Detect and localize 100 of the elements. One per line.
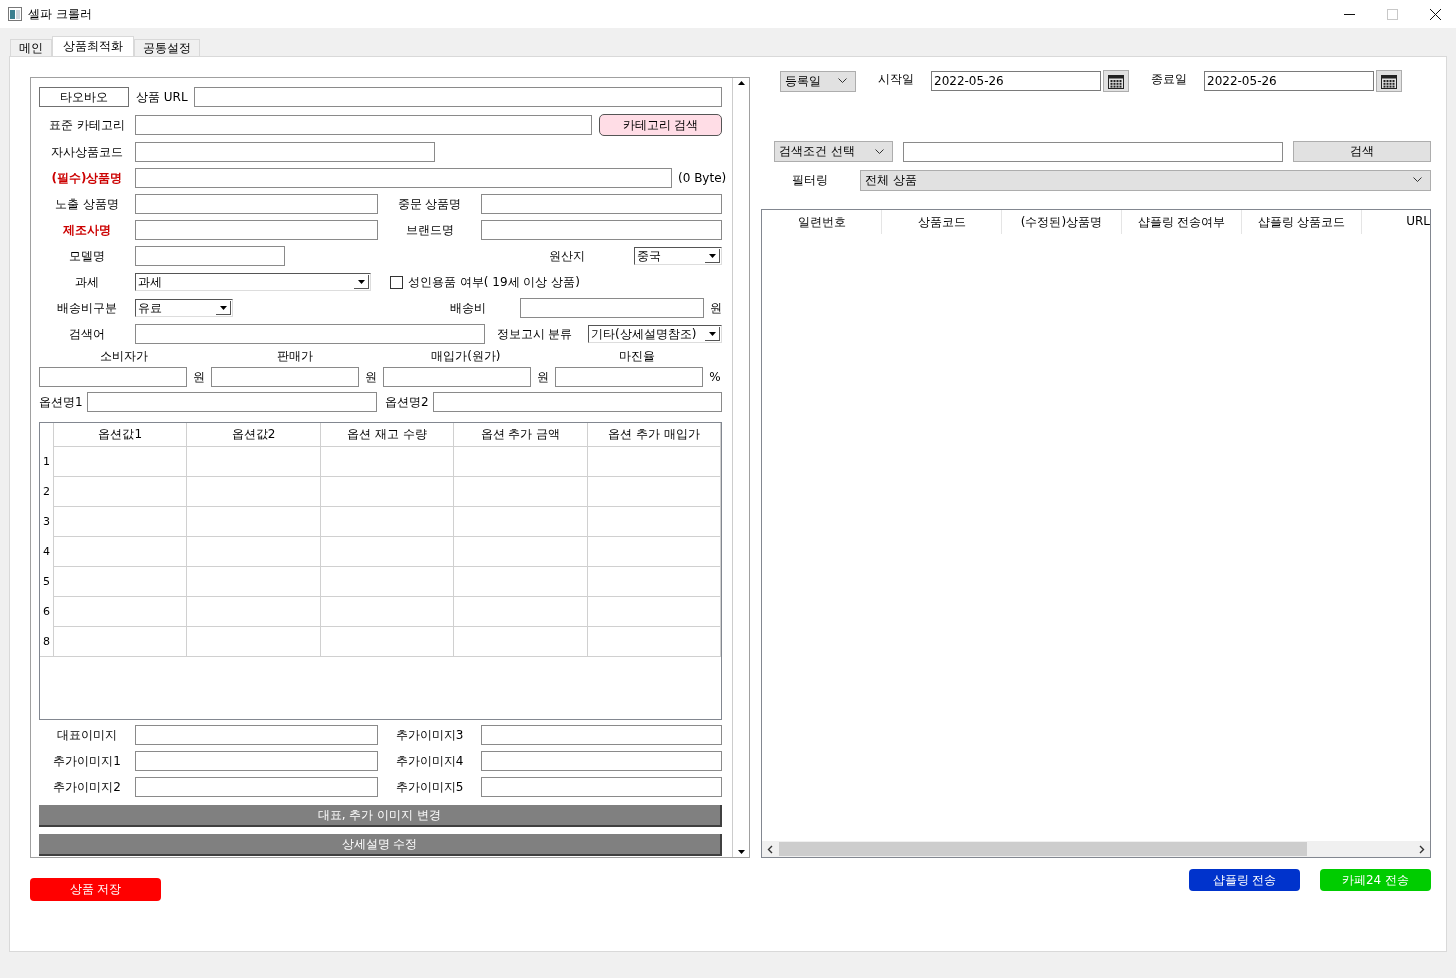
dropdown[interactable]: 과세: [135, 273, 371, 291]
calendar-button[interactable]: [1376, 70, 1402, 92]
dropdown[interactable]: 유료: [135, 299, 233, 317]
field-label: 검색어: [68, 325, 106, 343]
action-button[interactable]: 상세설명 수정: [39, 834, 722, 856]
text-field[interactable]: [135, 168, 672, 188]
dropdown[interactable]: 전체 상품: [860, 169, 1431, 191]
chevron-down-icon: [875, 148, 884, 155]
field-label: 추가이미지4: [394, 752, 465, 770]
text-field[interactable]: [135, 220, 378, 240]
date-field[interactable]: 2022-05-26: [931, 71, 1101, 91]
table-cell[interactable]: [454, 446, 588, 476]
column-header: 상품코드: [882, 210, 1002, 234]
text-field[interactable]: [433, 392, 722, 412]
text-field[interactable]: [135, 194, 378, 214]
table-cell[interactable]: [320, 566, 455, 596]
text-field[interactable]: [481, 220, 722, 240]
column-header: 옵션 추가 금액: [454, 423, 588, 446]
text-field[interactable]: [555, 367, 703, 387]
search-field[interactable]: [903, 141, 1283, 162]
text-field[interactable]: [383, 367, 531, 387]
checkbox[interactable]: [390, 275, 403, 289]
table-cell[interactable]: [187, 626, 321, 656]
table-cell[interactable]: [54, 506, 188, 536]
table-cell[interactable]: [187, 506, 321, 536]
text-field[interactable]: [135, 142, 435, 162]
table-cell[interactable]: [54, 446, 188, 476]
date-field[interactable]: 2022-05-26: [1204, 71, 1374, 91]
text-field[interactable]: [481, 751, 722, 771]
table-cell[interactable]: [587, 446, 722, 476]
table-cell[interactable]: [187, 446, 321, 476]
tab[interactable]: 메인: [10, 39, 52, 56]
save-button[interactable]: 상품 저장: [30, 878, 161, 901]
text-field[interactable]: [135, 324, 485, 344]
search-button[interactable]: 검색: [1293, 141, 1431, 162]
dropdown[interactable]: 등록일: [780, 70, 856, 92]
table-cell[interactable]: [587, 506, 722, 536]
table-cell[interactable]: [320, 536, 455, 566]
table-cell[interactable]: [54, 596, 188, 626]
text-field[interactable]: [481, 725, 722, 745]
field-label: 대표이미지: [56, 726, 118, 744]
unit-label: 원: [709, 299, 722, 317]
send-button[interactable]: 샵플링 전송: [1189, 869, 1300, 891]
text-field[interactable]: [135, 751, 378, 771]
field-label: 마진율: [618, 347, 655, 365]
table-cell[interactable]: [54, 626, 188, 656]
table-cell[interactable]: [320, 476, 455, 506]
field-label: 모델명: [68, 247, 106, 265]
text-field[interactable]: [135, 115, 592, 135]
dropdown[interactable]: 기타(상세설명참조): [588, 325, 722, 343]
table-cell[interactable]: [454, 506, 588, 536]
text-field[interactable]: [520, 298, 704, 318]
table-cell[interactable]: [587, 596, 722, 626]
text-field[interactable]: [39, 367, 187, 387]
source-button[interactable]: 타오바오: [39, 87, 129, 107]
column-header: 샵플링 상품코드: [1242, 210, 1362, 234]
table-cell[interactable]: [587, 536, 722, 566]
text-field[interactable]: [193, 87, 722, 107]
text-field[interactable]: [481, 777, 722, 797]
table-cell[interactable]: [187, 566, 321, 596]
table-cell[interactable]: [320, 596, 455, 626]
calendar-button[interactable]: [1103, 70, 1129, 92]
horizontal-scrollbar[interactable]: [762, 841, 1430, 857]
category-search-button[interactable]: 카테고리 검색: [599, 114, 722, 136]
table-cell[interactable]: [320, 626, 455, 656]
table-cell[interactable]: [54, 476, 188, 506]
table-cell[interactable]: [587, 476, 722, 506]
dropdown-arrow-icon: [354, 275, 369, 289]
text-field[interactable]: [87, 392, 377, 412]
table-cell[interactable]: [454, 596, 588, 626]
unit-label: 원: [192, 368, 206, 386]
column-header: 옵션 재고 수량: [320, 423, 455, 446]
table-cell[interactable]: [187, 596, 321, 626]
table-cell[interactable]: [187, 476, 321, 506]
close-icon[interactable]: [1430, 8, 1441, 20]
table-cell[interactable]: [54, 536, 188, 566]
text-field[interactable]: [481, 194, 722, 214]
table-cell[interactable]: [454, 536, 588, 566]
text-field[interactable]: [135, 777, 378, 797]
text-field[interactable]: [135, 246, 285, 266]
table-cell[interactable]: [587, 626, 722, 656]
table-cell[interactable]: [320, 446, 455, 476]
table-cell[interactable]: [54, 566, 188, 596]
table-cell[interactable]: [454, 626, 588, 656]
maximize-icon[interactable]: [1387, 8, 1398, 20]
table-cell[interactable]: [454, 476, 588, 506]
dropdown[interactable]: 검색조건 선택: [774, 141, 893, 162]
text-field[interactable]: [135, 725, 378, 745]
table-cell[interactable]: [187, 536, 321, 566]
action-button[interactable]: 대표, 추가 이미지 변경: [39, 805, 722, 827]
tab[interactable]: 상품최적화: [52, 36, 134, 56]
field-label: 시작일: [878, 71, 914, 88]
field-label: 표준 카테고리: [48, 116, 126, 134]
text-field[interactable]: [211, 367, 359, 387]
table-cell[interactable]: [320, 506, 455, 536]
calendar-icon: [1108, 73, 1124, 89]
dropdown[interactable]: 중국: [634, 247, 722, 265]
table-cell[interactable]: [454, 566, 588, 596]
tab[interactable]: 공통설정: [134, 39, 200, 56]
table-cell[interactable]: [587, 566, 722, 596]
